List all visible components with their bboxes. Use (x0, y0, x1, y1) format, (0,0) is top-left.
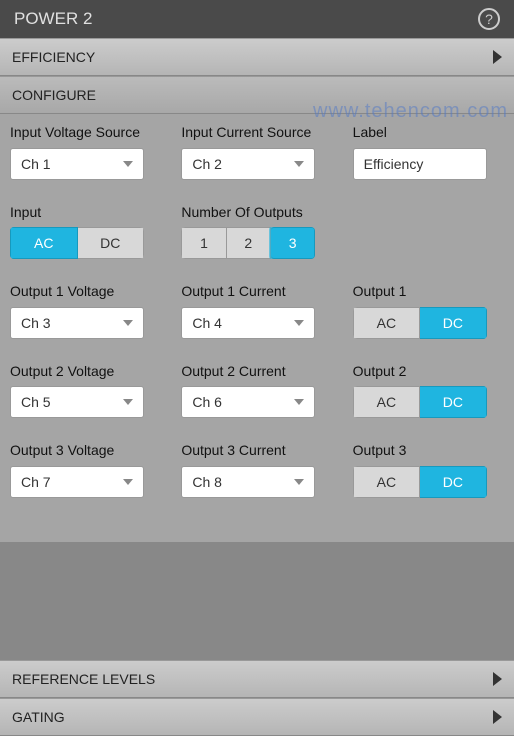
chevron-right-icon (493, 710, 502, 724)
out1-voltage-select[interactable]: Ch 3 (10, 307, 144, 339)
input-voltage-source-label: Input Voltage Source (10, 124, 161, 142)
out2-current-label: Output 2 Current (181, 363, 332, 381)
out3-mode-segment: AC DC (353, 466, 487, 498)
out3-voltage-value: Ch 7 (21, 474, 51, 490)
dropdown-icon (123, 479, 133, 485)
input-mode-dc[interactable]: DC (78, 227, 145, 259)
dropdown-icon (123, 399, 133, 405)
input-mode-ac[interactable]: AC (10, 227, 78, 259)
label-field-label: Label (353, 124, 504, 142)
section-efficiency-label: EFFICIENCY (12, 49, 95, 65)
section-configure[interactable]: CONFIGURE (0, 76, 514, 114)
out3-mode-ac[interactable]: AC (353, 466, 421, 498)
out3-voltage-select[interactable]: Ch 7 (10, 466, 144, 498)
out3-current-label: Output 3 Current (181, 442, 332, 460)
dropdown-icon (294, 161, 304, 167)
out1-mode-ac[interactable]: AC (353, 307, 421, 339)
out1-mode-label: Output 1 (353, 283, 504, 301)
section-gating-label: GATING (12, 709, 65, 725)
out2-current-select[interactable]: Ch 6 (181, 386, 315, 418)
input-voltage-source-select[interactable]: Ch 1 (10, 148, 144, 180)
num-outputs-2[interactable]: 2 (227, 227, 271, 259)
section-configure-label: CONFIGURE (12, 87, 96, 103)
out2-voltage-select[interactable]: Ch 5 (10, 386, 144, 418)
section-efficiency[interactable]: EFFICIENCY (0, 38, 514, 76)
out3-mode-dc[interactable]: DC (420, 466, 487, 498)
section-gating[interactable]: GATING (0, 698, 514, 736)
out3-mode-label: Output 3 (353, 442, 504, 460)
out2-mode-segment: AC DC (353, 386, 487, 418)
input-voltage-source-value: Ch 1 (21, 156, 51, 172)
input-mode-label: Input (10, 204, 161, 222)
out2-voltage-label: Output 2 Voltage (10, 363, 161, 381)
section-reference-levels-label: REFERENCE LEVELS (12, 671, 155, 687)
out3-voltage-label: Output 3 Voltage (10, 442, 161, 460)
chevron-right-icon (493, 50, 502, 64)
out1-current-select[interactable]: Ch 4 (181, 307, 315, 339)
out2-mode-label: Output 2 (353, 363, 504, 381)
out3-current-select[interactable]: Ch 8 (181, 466, 315, 498)
input-current-source-label: Input Current Source (181, 124, 332, 142)
section-reference-levels[interactable]: REFERENCE LEVELS (0, 660, 514, 698)
num-outputs-3[interactable]: 3 (271, 227, 315, 259)
num-outputs-label: Number Of Outputs (181, 204, 332, 222)
dropdown-icon (123, 161, 133, 167)
panel-title: POWER 2 (14, 9, 92, 29)
num-outputs-1[interactable]: 1 (181, 227, 226, 259)
dropdown-icon (294, 320, 304, 326)
dropdown-icon (294, 479, 304, 485)
input-current-source-select[interactable]: Ch 2 (181, 148, 315, 180)
dropdown-icon (294, 399, 304, 405)
out1-voltage-value: Ch 3 (21, 315, 51, 331)
out3-current-value: Ch 8 (192, 474, 222, 490)
out2-mode-dc[interactable]: DC (420, 386, 487, 418)
dropdown-icon (123, 320, 133, 326)
help-icon[interactable]: ? (478, 8, 500, 30)
input-mode-segment: AC DC (10, 227, 144, 259)
configure-content: Input Voltage Source Ch 1 Input Current … (0, 114, 514, 542)
out2-voltage-value: Ch 5 (21, 394, 51, 410)
num-outputs-segment: 1 2 3 (181, 227, 315, 259)
input-current-source-value: Ch 2 (192, 156, 222, 172)
out1-mode-segment: AC DC (353, 307, 487, 339)
out1-current-value: Ch 4 (192, 315, 222, 331)
out1-mode-dc[interactable]: DC (420, 307, 487, 339)
chevron-right-icon (493, 672, 502, 686)
panel-header: POWER 2 ? (0, 0, 514, 38)
label-field-input[interactable] (353, 148, 487, 180)
out1-current-label: Output 1 Current (181, 283, 332, 301)
out1-voltage-label: Output 1 Voltage (10, 283, 161, 301)
out2-current-value: Ch 6 (192, 394, 222, 410)
out2-mode-ac[interactable]: AC (353, 386, 421, 418)
